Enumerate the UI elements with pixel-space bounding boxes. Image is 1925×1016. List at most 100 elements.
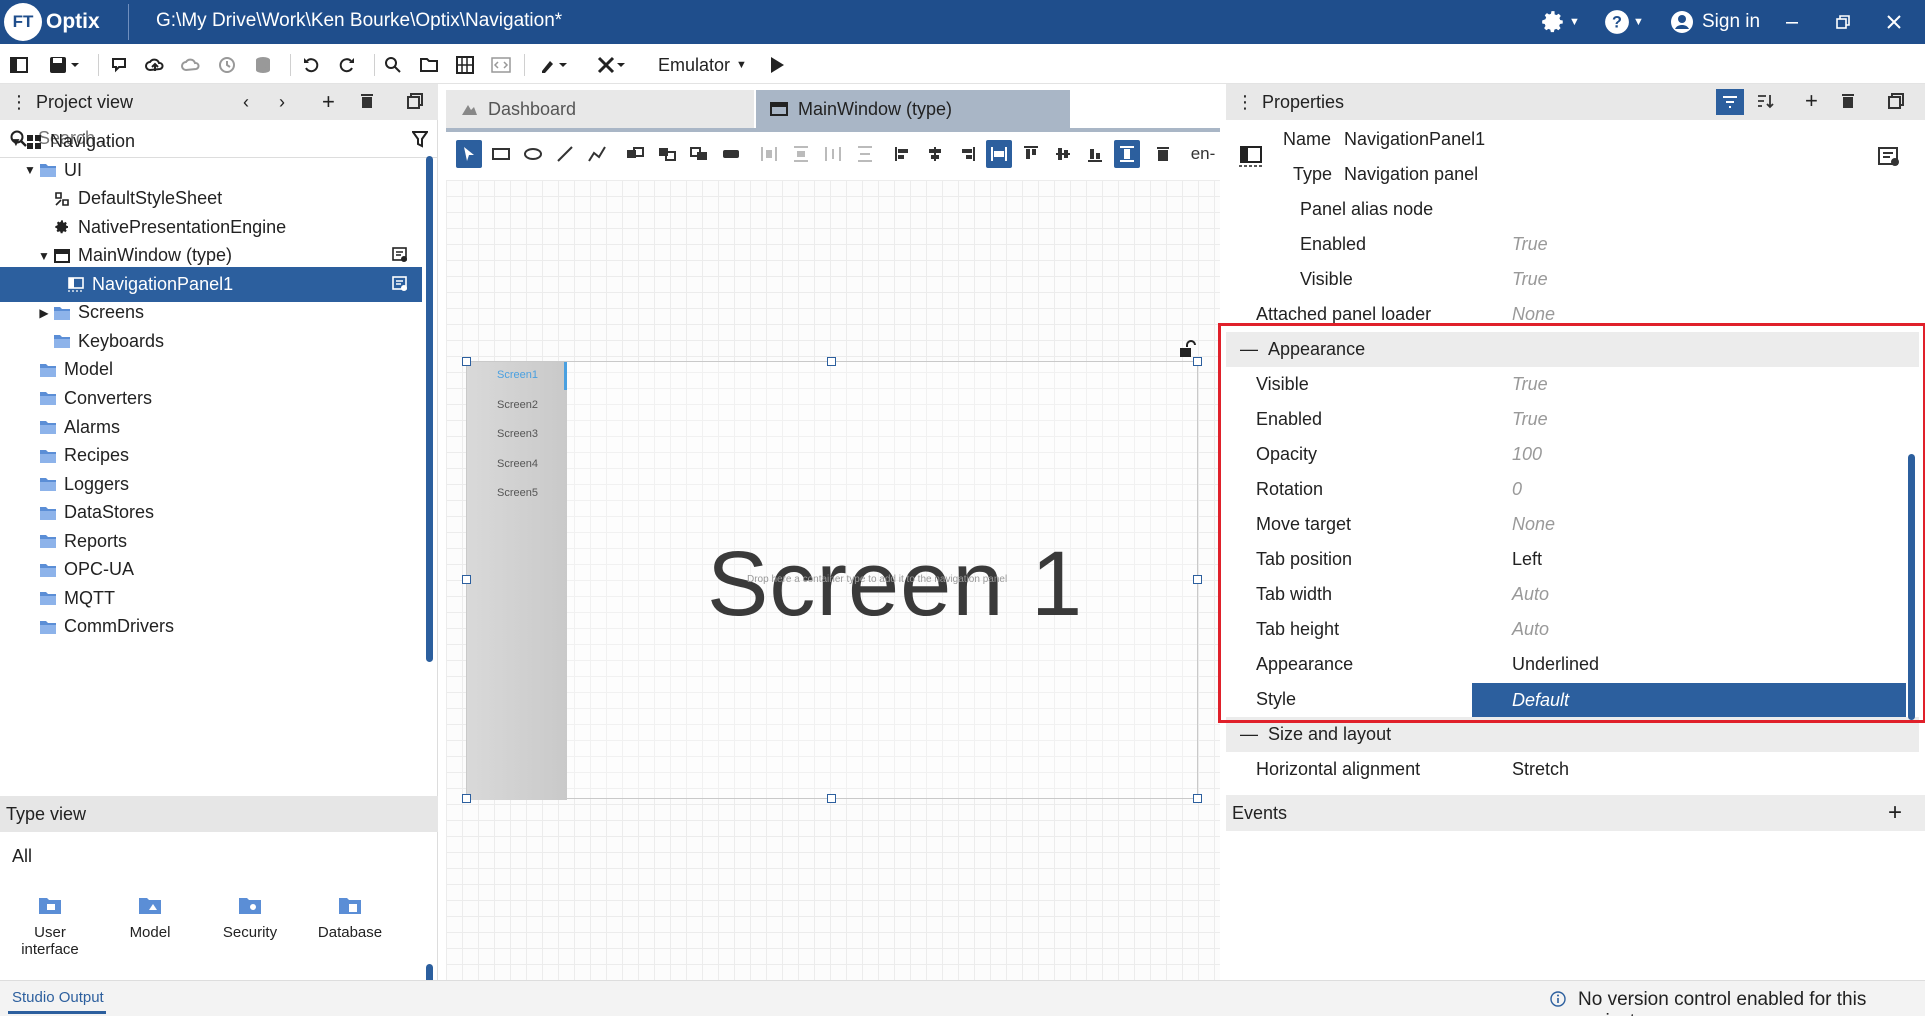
add-icon[interactable]: + <box>1805 88 1818 114</box>
help-menu[interactable]: ? ▼ <box>1604 6 1644 38</box>
resize-handle[interactable] <box>827 794 836 803</box>
resize-handle[interactable] <box>1193 794 1202 803</box>
history-button[interactable] <box>214 52 240 78</box>
tab-dashboard[interactable]: Dashboard <box>446 90 754 128</box>
chevron-down-icon[interactable]: ▼ <box>36 249 52 263</box>
drag-handle-icon[interactable]: ⋮ <box>1236 92 1254 113</box>
properties-scrollbar[interactable] <box>1908 454 1915 720</box>
nav-tab[interactable]: Screen2 <box>497 399 538 411</box>
chevron-right-icon[interactable]: ▶ <box>36 306 52 320</box>
property-row[interactable]: Visible True <box>1226 262 1919 297</box>
resize-handle[interactable] <box>462 794 471 803</box>
resize-handle[interactable] <box>1193 357 1202 366</box>
nav-tab[interactable]: Screen4 <box>497 458 538 470</box>
align-right-tool[interactable] <box>954 140 980 168</box>
resize-handle[interactable] <box>1193 575 1202 584</box>
align-middle-tool[interactable] <box>1050 140 1076 168</box>
redo-button[interactable] <box>334 52 360 78</box>
name-value[interactable]: NavigationPanel1 <box>1344 129 1485 150</box>
space-vertical-tool[interactable] <box>852 140 878 168</box>
property-row[interactable]: Panel alias node <box>1226 192 1919 227</box>
tree-item[interactable]: CommDrivers <box>0 609 422 644</box>
layout-button[interactable] <box>6 52 32 78</box>
property-value[interactable]: True <box>1512 234 1548 255</box>
edit-type-icon[interactable] <box>392 247 408 263</box>
chevron-right-icon[interactable]: › <box>279 92 285 113</box>
minimize-button[interactable] <box>1785 6 1799 38</box>
stretch-vertical-tool[interactable] <box>1114 140 1140 168</box>
properties-info-icon[interactable] <box>1878 147 1900 167</box>
upload-button[interactable] <box>142 52 168 78</box>
ellipse-tool[interactable] <box>520 140 546 168</box>
drag-handle-icon[interactable]: ⋮ <box>10 92 28 113</box>
filter-properties-button[interactable] <box>1716 89 1744 115</box>
add-icon[interactable]: + <box>322 89 335 115</box>
close-button[interactable] <box>1886 6 1902 38</box>
copy-icon[interactable] <box>407 93 423 109</box>
align-bottom-tool[interactable] <box>1082 140 1108 168</box>
chevron-down-icon[interactable]: ▼ <box>22 163 38 177</box>
open-folder-button[interactable] <box>416 52 442 78</box>
nav-tab[interactable]: Screen5 <box>497 487 538 499</box>
trash-icon[interactable] <box>1841 93 1855 109</box>
type-view-filter[interactable]: All <box>12 846 32 867</box>
emulator-dropdown[interactable]: Emulator ▼ <box>658 52 747 78</box>
sign-in-button[interactable]: Sign in <box>1670 8 1760 36</box>
tab-mainwindow[interactable]: MainWindow (type) <box>756 90 1070 128</box>
type-item-database[interactable]: Database <box>310 892 390 941</box>
delete-tool[interactable] <box>1150 140 1176 168</box>
group-tool[interactable] <box>622 140 648 168</box>
chevron-down-icon[interactable]: ▼ <box>8 135 24 149</box>
select-tool[interactable] <box>456 140 482 168</box>
align-left-tool[interactable] <box>890 140 916 168</box>
studio-output-tab[interactable]: Studio Output <box>12 989 104 1006</box>
align-center-tool[interactable] <box>922 140 948 168</box>
line-tool[interactable] <box>552 140 578 168</box>
database-button[interactable] <box>250 52 276 78</box>
edit-type-icon[interactable] <box>392 275 408 292</box>
resize-handle[interactable] <box>462 575 471 584</box>
restore-button[interactable] <box>1836 6 1850 38</box>
undo-button[interactable] <box>298 52 324 78</box>
send-back-tool[interactable] <box>718 140 744 168</box>
property-row[interactable]: Enabled True <box>1226 227 1919 262</box>
download-button[interactable] <box>178 52 204 78</box>
project-view-scrollbar[interactable] <box>426 156 433 662</box>
property-value[interactable]: True <box>1512 269 1548 290</box>
type-item-user-interface[interactable]: User interface <box>10 892 90 958</box>
find-button[interactable] <box>380 52 406 78</box>
unlock-icon[interactable] <box>1178 340 1196 358</box>
ungroup-tool[interactable] <box>654 140 680 168</box>
space-horizontal-tool[interactable] <box>820 140 846 168</box>
property-value[interactable]: Stretch <box>1512 759 1569 780</box>
property-value[interactable]: None <box>1512 304 1555 325</box>
tools-menu[interactable] <box>592 52 632 78</box>
save-button[interactable] <box>42 52 86 78</box>
polyline-tool[interactable] <box>584 140 610 168</box>
code-button[interactable] <box>488 52 514 78</box>
settings-menu[interactable]: ▼ <box>1540 6 1580 38</box>
distribute-vertical-tool[interactable] <box>788 140 814 168</box>
run-button[interactable] <box>764 52 790 78</box>
library-button[interactable] <box>452 52 478 78</box>
type-item-security[interactable]: Security <box>210 892 290 941</box>
stretch-horizontal-tool[interactable] <box>986 140 1012 168</box>
distribute-horizontal-tool[interactable] <box>756 140 782 168</box>
trash-icon[interactable] <box>360 93 374 109</box>
paint-menu[interactable] <box>534 52 574 78</box>
chevron-left-icon[interactable]: ‹ <box>243 92 249 113</box>
collapse-icon[interactable]: — <box>1240 724 1258 745</box>
nav-tab[interactable]: Screen1 <box>497 369 538 381</box>
deploy-button[interactable] <box>106 52 132 78</box>
property-row[interactable]: Horizontal alignment Stretch <box>1226 752 1919 787</box>
resize-handle[interactable] <box>462 357 471 366</box>
rectangle-tool[interactable] <box>488 140 514 168</box>
events-header[interactable]: Events + <box>1226 795 1925 831</box>
align-top-tool[interactable] <box>1018 140 1044 168</box>
add-event-icon[interactable]: + <box>1888 799 1902 827</box>
sort-icon[interactable] <box>1756 93 1774 109</box>
bring-front-tool[interactable] <box>686 140 712 168</box>
locale-selector[interactable]: en- <box>1188 140 1218 168</box>
copy-icon[interactable] <box>1888 93 1904 109</box>
nav-tab[interactable]: Screen3 <box>497 428 538 440</box>
